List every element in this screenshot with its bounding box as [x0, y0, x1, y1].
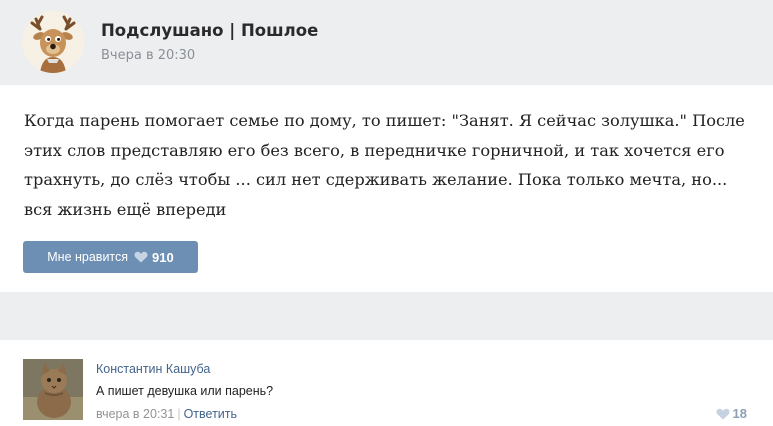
comment-author-avatar[interactable] — [23, 359, 83, 420]
comment-meta: вчера в 20:31 | Ответить — [96, 407, 237, 421]
post-date[interactable]: Вчера в 20:30 — [101, 48, 195, 63]
post-text: Когда парень помогает семье по дому, то … — [24, 111, 745, 219]
comment-date[interactable]: вчера в 20:31 — [96, 407, 174, 421]
reindeer-avatar-icon — [22, 11, 84, 73]
comment-like-count: 18 — [732, 406, 747, 421]
cat-avatar-icon — [23, 359, 83, 420]
comment-text: А пишет девушка или парень? — [96, 384, 274, 398]
section-divider — [0, 292, 773, 340]
group-avatar[interactable] — [22, 11, 84, 73]
heart-icon — [134, 251, 148, 263]
comment-meta-separator: | — [177, 407, 181, 421]
like-count: 910 — [152, 249, 174, 265]
post-header: Подслушано | Пошлое Вчера в 20:30 — [0, 0, 773, 85]
heart-icon — [716, 408, 730, 420]
comment-like-button[interactable]: 18 — [716, 406, 747, 421]
group-name[interactable]: Подслушано | Пошлое — [101, 21, 318, 40]
like-label: Мне нравится — [47, 250, 129, 264]
like-button[interactable]: Мне нравится 910 — [23, 241, 198, 273]
reply-link[interactable]: Ответить — [184, 407, 237, 421]
comment-author[interactable]: Константин Кашуба — [96, 362, 210, 376]
